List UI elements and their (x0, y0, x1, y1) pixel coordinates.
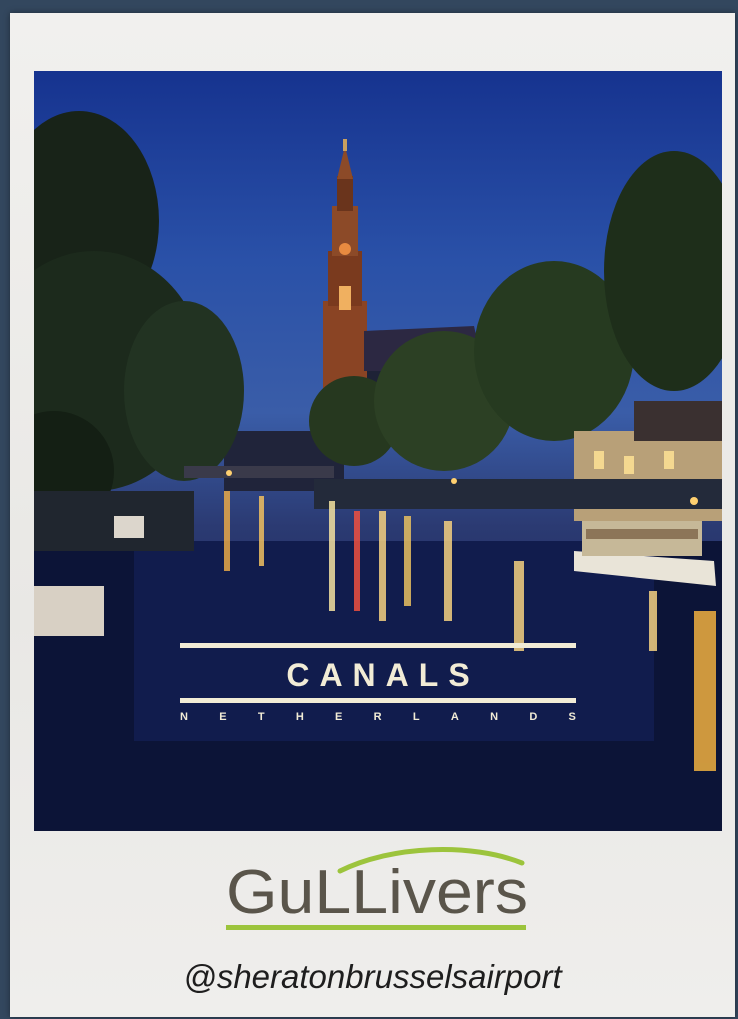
subtitle-letter: N (180, 711, 188, 723)
subtitle-letter: A (450, 711, 459, 723)
social-handle: @sheratonbrusselsairport (183, 958, 562, 995)
subtitle-letter: S (568, 711, 576, 723)
subtitle-letter: L (412, 711, 420, 723)
gullivers-logo: GuLLivers (226, 847, 528, 930)
subtitle-letter: H (295, 711, 304, 723)
subtitle-letter: E (335, 711, 343, 723)
subtitle-letter: E (219, 711, 227, 723)
title-block: CANALS N E T H E R L A N D S (34, 71, 722, 831)
logo-wordmark: GuLLivers (226, 858, 528, 927)
subtitle-letter: D (529, 711, 538, 723)
subtitle-letter: T (257, 711, 265, 723)
title-canals: CANALS (286, 657, 480, 693)
canal-photo: CANALS N E T H E R L A N D S (34, 71, 722, 831)
subtitle-netherlands: N E T H E R L A N D S (180, 711, 576, 723)
title-top-rule (180, 643, 576, 648)
subtitle-letter: N (490, 711, 499, 723)
postcard: CANALS N E T H E R L A N D S GuLLivers @… (10, 13, 735, 1017)
subtitle-letter: R (373, 711, 382, 723)
title-bottom-rule (180, 698, 576, 703)
